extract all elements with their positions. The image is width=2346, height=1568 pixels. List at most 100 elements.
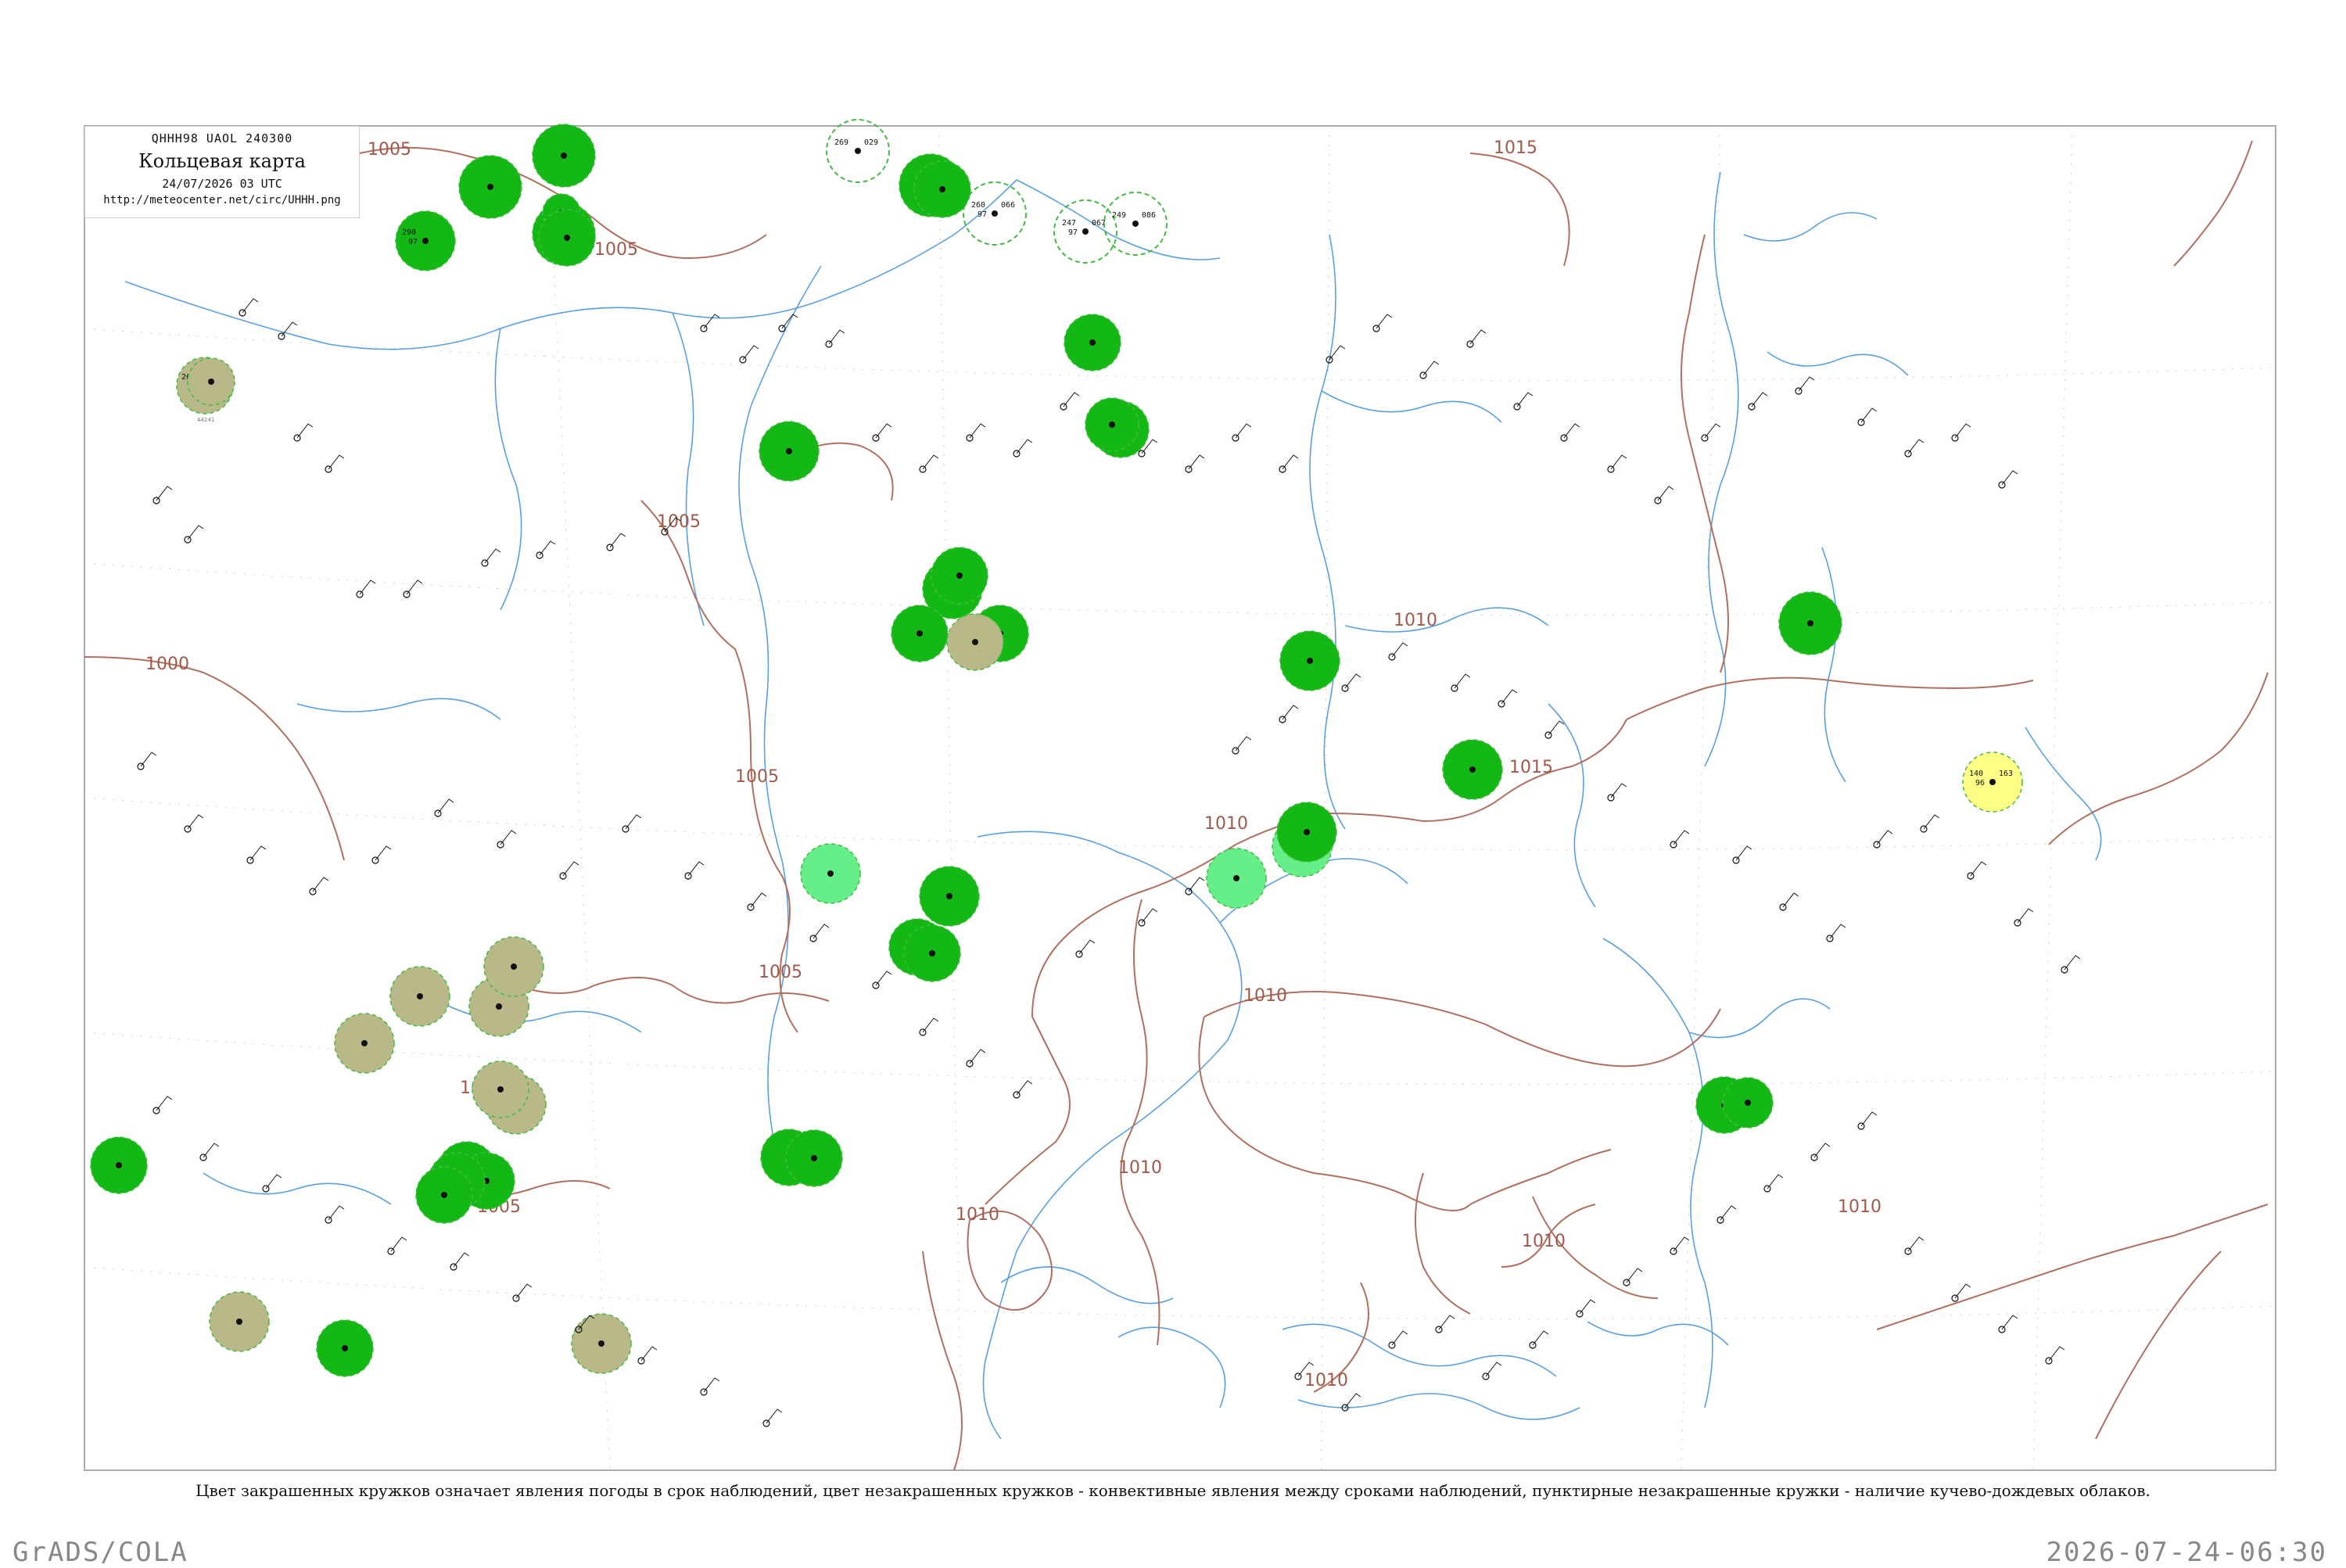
station-plot [152,486,173,504]
station-plot [1998,470,2018,489]
station-plot [966,423,986,442]
station-plot [184,814,204,833]
station-dot [417,993,423,999]
station-dot [497,1086,504,1093]
station-dot [441,1192,447,1198]
bulletin-code: QHHH98 UAOL 240300 [151,131,293,145]
station-plot [497,830,517,849]
station-plot [387,1236,407,1255]
station-plot [1232,736,1252,755]
station-dot [487,184,493,190]
isobar-label: 1015 [1509,758,1553,777]
station-plot [1341,673,1361,692]
station-dewpoint: 029 [864,138,878,147]
station-dot [208,379,214,385]
station-dot [917,630,923,637]
station-circle [571,1313,632,1374]
station-circle [931,547,988,605]
station-plot [700,1377,720,1396]
station-dot [972,639,978,645]
station-circle [483,936,544,997]
station-dewpoint: 163 [1999,770,2013,778]
source-url[interactable]: http://meteocenter.net/circ/UHHH.png [85,194,359,206]
station-circle [187,357,235,406]
station-plot [747,892,767,911]
station-plot [1435,1315,1455,1333]
isobar-label: 1010 [1838,1197,1881,1217]
station-plot [1623,1268,1643,1286]
station-circle [913,160,971,218]
station-plot [606,533,626,551]
station-dot [946,893,952,899]
station-dot [1132,221,1139,227]
station-plot [1451,673,1471,692]
graticule [84,125,2276,1471]
station-circle [316,1319,374,1377]
station-plot [2045,1346,2065,1365]
station-circle [458,155,522,219]
station-plot [637,1346,658,1365]
station-plot [184,525,204,544]
station-plot [1795,376,1815,395]
station-dot [939,186,945,192]
station-plot [1185,877,1205,895]
station-plot [325,1205,345,1224]
station-circle [1085,397,1139,452]
station-plot [966,1049,986,1067]
station-plot [919,454,939,473]
station-temperature: 140 [1969,770,1983,778]
station-dot [1469,766,1476,773]
station-plot [1873,830,1893,849]
station-plot [1701,423,1721,442]
station-plot [309,877,329,895]
station-dot [1082,228,1089,235]
station-plot [1654,486,1674,504]
station-plot [1857,407,1878,426]
station-circle [919,866,980,927]
station-plot [1513,392,1534,411]
isobar-label: 1005 [759,963,802,982]
station-plot [293,423,314,442]
station-plot [1232,423,1252,442]
station-circle [415,1166,473,1224]
station-circle [1206,848,1267,909]
station-pressure: 97 [1068,228,1078,237]
station-dot [956,572,963,579]
station-plot [1576,1299,1596,1318]
station-plot [246,845,267,864]
station-plot [1419,361,1440,379]
station-plot [872,971,892,989]
isobar-label: 1000 [145,655,189,674]
software-credit: GrADS/COLA [13,1537,188,1568]
station-circle [785,1129,843,1187]
station-plot [1670,1236,1690,1255]
isobar-label: 1010 [1304,1371,1348,1390]
station-plot [739,345,759,364]
station-plot [1763,1174,1784,1193]
station-plot [1607,783,1627,802]
station-plot [1779,892,1799,911]
station-plot [1185,454,1205,473]
isobar-labels: 1005 1015 1005 1000 1005 1005 1005 1005 … [145,138,1881,1390]
station-plot [809,924,830,942]
station-dot [598,1340,604,1347]
station-circle [1064,314,1121,371]
station-plot [825,329,845,348]
station-plot [262,1174,282,1193]
station-pressure: 97 [408,238,418,246]
station-dot [811,1155,817,1161]
station-circle [1722,1077,1774,1128]
station-dot [1807,620,1813,626]
station-plot [1544,720,1565,739]
station-dot [855,148,861,154]
station-circle: 26097 066 [963,181,1027,246]
isobar-label: 1015 [1494,138,1537,158]
station-circle [532,124,596,188]
station-plot [325,454,345,473]
station-circle: 29097 [395,210,456,271]
station-dot [1307,658,1313,664]
station-plot [872,423,892,442]
station-dot [929,950,935,956]
map-frame [84,125,2276,1471]
station-plot [1904,439,1925,457]
